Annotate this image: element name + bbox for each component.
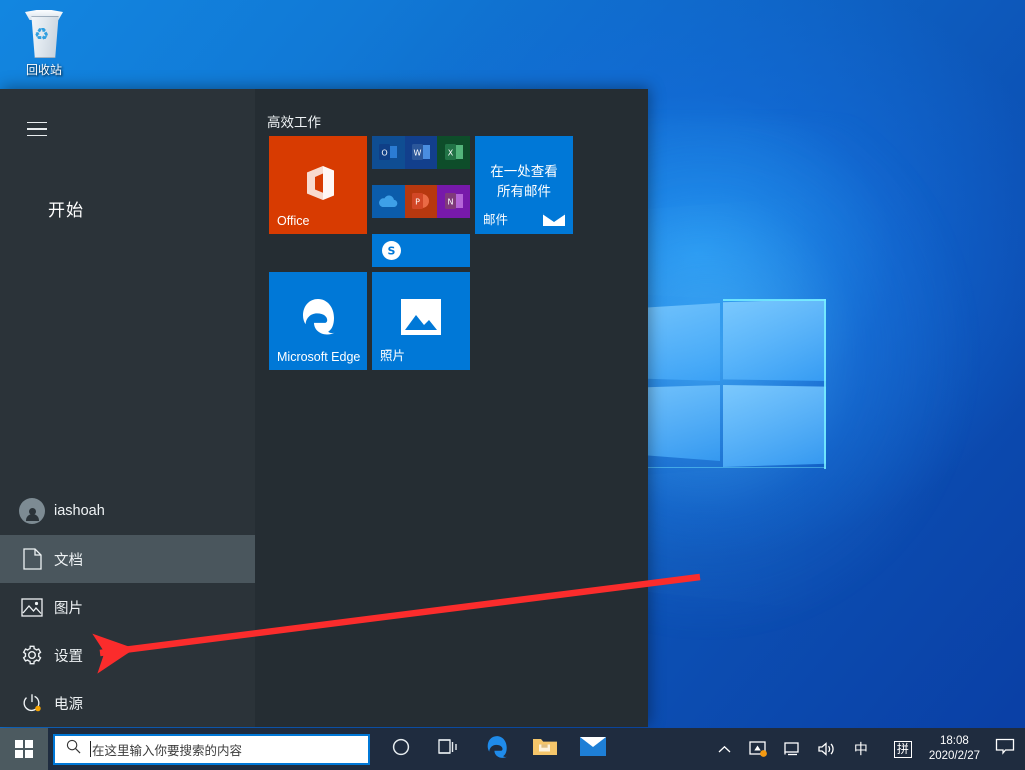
tile-mail[interactable]: 在一处查看所有邮件 邮件 <box>475 136 573 234</box>
sidebar-item-documents[interactable]: 文档 <box>0 535 255 583</box>
sidebar-item-label: 设置 <box>54 648 83 665</box>
user-avatar-icon <box>10 487 54 535</box>
picture-icon <box>10 583 54 631</box>
start-menu-left-rail: 开始 iashoah 文档 图片 设置 电源 <box>0 89 255 727</box>
tile-outlook[interactable]: O <box>372 136 405 169</box>
hamburger-menu-icon[interactable] <box>14 109 60 149</box>
task-view-button[interactable] <box>425 728 473 770</box>
cortana-circle-icon <box>392 738 410 761</box>
taskbar-button-mail[interactable] <box>569 728 617 770</box>
ime-language-icon[interactable]: 中 <box>844 728 878 770</box>
search-input[interactable]: 在这里输入你要搜索的内容 <box>53 733 370 765</box>
clock[interactable]: 18:08 2020/2/27 <box>920 728 989 770</box>
tile-row: Microsoft Edge 照片 <box>269 271 573 370</box>
show-hidden-icons-button[interactable] <box>708 728 742 770</box>
text-caret <box>90 741 91 757</box>
tile-label: Microsoft Edge <box>277 349 361 364</box>
start-menu-tile-panel: 高效工作 Office O W X P N S 在一处查看所有邮件 邮件 Mic… <box>255 89 648 727</box>
cortana-button[interactable] <box>377 728 425 770</box>
tile-label: 照片 <box>380 348 406 363</box>
tile-office-apps-group: O W X P N S <box>372 136 470 267</box>
security-shield-icon[interactable] <box>742 728 776 770</box>
notification-bubble-icon <box>995 738 1015 760</box>
clock-time: 18:08 <box>940 735 969 747</box>
sidebar-item-settings[interactable]: 设置 <box>0 631 255 679</box>
sidebar-item-label: 电源 <box>54 696 83 713</box>
svg-text:S: S <box>388 244 396 257</box>
system-tray: 中 拼 18:08 2020/2/27 <box>708 728 1025 770</box>
svg-text:W: W <box>414 149 422 158</box>
ime-pinyin-glyph: 拼 <box>893 740 912 758</box>
office-mini-tiles: O W X P N <box>372 136 470 234</box>
svg-text:O: O <box>382 149 388 158</box>
sidebar-item-power[interactable]: 电源 <box>0 679 255 727</box>
recycle-bin-label: 回收站 <box>25 63 62 77</box>
wallpaper-window-logo <box>0 195 830 611</box>
gear-icon <box>10 631 54 679</box>
volume-icon[interactable] <box>810 728 844 770</box>
search-placeholder: 在这里输入你要搜索的内容 <box>92 743 243 758</box>
tile-excel[interactable]: X <box>437 136 470 169</box>
sidebar-item-label: 文档 <box>54 552 83 569</box>
sidebar-item-user[interactable]: iashoah <box>0 487 255 535</box>
edge-logo-icon <box>301 294 337 343</box>
folder-icon <box>532 736 558 762</box>
tile-skype[interactable]: S <box>372 234 470 267</box>
edge-logo-icon <box>486 733 509 765</box>
tile-grid: Office O W X P N S 在一处查看所有邮件 邮件 Microsof… <box>269 136 573 375</box>
tile-row: Office O W X P N S 在一处查看所有邮件 邮件 <box>269 136 573 267</box>
recycle-bin-icon: ♻ <box>21 10 67 58</box>
envelope-icon <box>542 212 566 227</box>
document-icon <box>10 535 54 583</box>
svg-text:X: X <box>447 149 453 158</box>
tile-photos[interactable]: 照片 <box>372 271 470 370</box>
power-icon <box>10 679 54 727</box>
tile-onedrive[interactable] <box>372 185 405 218</box>
office-logo-icon <box>303 164 337 207</box>
taskbar-button-edge[interactable] <box>473 728 521 770</box>
svg-text:N: N <box>447 198 453 207</box>
notification-center-button[interactable] <box>989 728 1021 770</box>
windows-logo-icon <box>15 740 33 758</box>
sidebar-item-label: 图片 <box>54 600 83 617</box>
tile-onenote[interactable]: N <box>437 185 470 218</box>
taskbar-button-file-explorer[interactable] <box>521 728 569 770</box>
desktop-icon-recycle-bin[interactable]: ♻ 回收站 <box>8 6 80 78</box>
start-button[interactable] <box>0 728 48 770</box>
svg-text:P: P <box>415 198 420 207</box>
task-view-icon <box>438 738 460 761</box>
start-label: 开始 <box>48 201 84 220</box>
tile-mail-headline: 在一处查看所有邮件 <box>490 164 558 199</box>
tile-word[interactable]: W <box>404 136 438 169</box>
envelope-icon <box>580 737 606 761</box>
network-icon[interactable] <box>776 728 810 770</box>
tile-group-title: 高效工作 <box>267 115 321 130</box>
clock-date: 2020/2/27 <box>928 750 980 762</box>
photos-icon <box>401 298 441 340</box>
tile-microsoft-edge[interactable]: Microsoft Edge <box>269 271 367 370</box>
user-name-label: iashoah <box>54 503 105 519</box>
search-icon <box>66 739 81 759</box>
taskbar: 在这里输入你要搜索的内容 中 拼 18:08 2020/2/27 <box>0 728 1025 770</box>
start-menu[interactable]: 开始 iashoah 文档 图片 设置 电源 高效工作 Office O W X… <box>0 89 648 727</box>
ime-pinyin-icon[interactable]: 拼 <box>886 728 920 770</box>
sidebar-item-pictures[interactable]: 图片 <box>0 583 255 631</box>
tile-powerpoint[interactable]: P <box>404 185 438 218</box>
tile-office[interactable]: Office <box>269 136 367 234</box>
tile-label: Office <box>277 214 310 228</box>
tile-label: 邮件 <box>483 213 509 227</box>
